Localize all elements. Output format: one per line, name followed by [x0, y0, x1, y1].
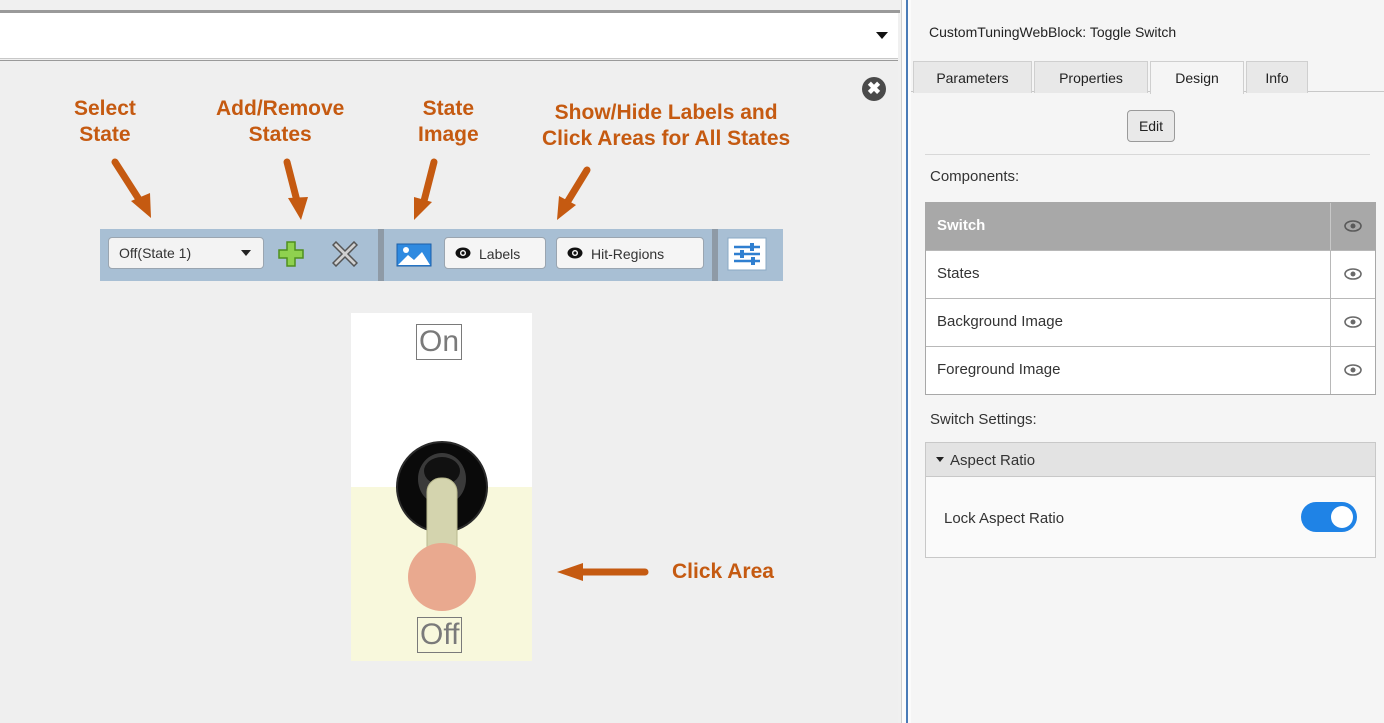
arrowhead-click-area: [557, 563, 583, 581]
remove-state-icon[interactable]: [332, 241, 358, 267]
arrow-add-remove: [283, 158, 301, 205]
state-select-value: Off(State 1): [119, 245, 192, 261]
click-area-region[interactable]: [408, 543, 476, 611]
toolbar-separator: [712, 229, 718, 281]
eye-icon: [567, 247, 583, 259]
show-hit-regions-button[interactable]: Hit-Regions: [556, 237, 704, 269]
arrowhead-state-image: [414, 197, 432, 220]
toggle-switch-preview: [351, 313, 532, 661]
settings-sliders-icon[interactable]: [727, 237, 767, 271]
component-row-switch[interactable]: Switch: [926, 203, 1375, 251]
state-toolbar: Off(State 1) Labels Hit-Regions: [100, 229, 783, 281]
components-label: Components:: [930, 168, 1020, 185]
image-icon[interactable]: [396, 243, 432, 267]
triangle-down-icon: [936, 457, 944, 462]
aspect-ratio-section: Aspect Ratio Lock Aspect Ratio: [925, 442, 1376, 558]
show-labels-button[interactable]: Labels: [444, 237, 546, 269]
lock-aspect-ratio-toggle[interactable]: [1301, 502, 1357, 532]
components-list: Switch States Background Image Foregroun…: [925, 202, 1376, 395]
annotation-click-area: Click Area: [672, 560, 774, 583]
tab-info[interactable]: Info: [1246, 61, 1308, 93]
edit-button[interactable]: Edit: [1127, 110, 1175, 142]
property-inspector: CustomTuningWebBlock: Toggle Switch Para…: [911, 0, 1384, 723]
tab-properties[interactable]: Properties: [1034, 61, 1148, 93]
eye-icon: [1344, 316, 1362, 328]
tab-parameters[interactable]: Parameters: [913, 61, 1032, 93]
off-state-label: Off: [417, 617, 463, 653]
add-state-icon[interactable]: [278, 241, 304, 267]
lock-aspect-ratio-label: Lock Aspect Ratio: [944, 510, 1065, 527]
visibility-toggle[interactable]: [1330, 299, 1375, 346]
toggle-knob: [1331, 506, 1353, 528]
visibility-toggle[interactable]: [1330, 251, 1375, 298]
component-row-states[interactable]: States: [926, 251, 1375, 299]
eye-icon: [1344, 220, 1362, 232]
divider: [925, 154, 1370, 155]
switch-settings-label: Switch Settings:: [930, 411, 1037, 428]
tab-design[interactable]: Design: [1150, 61, 1244, 94]
labels-button-label: Labels: [479, 246, 521, 262]
on-state-label: On: [416, 324, 463, 360]
panel-title: CustomTuningWebBlock: Toggle Switch: [929, 24, 1177, 40]
dropdown-arrow-icon: [241, 250, 251, 256]
component-row-background-image[interactable]: Background Image: [926, 299, 1375, 347]
app-root: ✖ Select State Add/Remove States State I…: [0, 0, 1384, 723]
arrow-select-state: [111, 158, 144, 205]
visibility-toggle[interactable]: [1330, 203, 1375, 250]
hit-regions-button-label: Hit-Regions: [591, 246, 665, 262]
design-canvas-area: ✖ Select State Add/Remove States State I…: [0, 0, 900, 723]
eye-icon: [1344, 268, 1362, 280]
arrow-state-image: [420, 158, 438, 205]
tab-bar: Parameters Properties Design Info: [911, 60, 1384, 94]
state-select-dropdown[interactable]: Off(State 1): [108, 237, 264, 269]
eye-icon: [455, 247, 471, 259]
panel-splitter[interactable]: [901, 0, 911, 723]
visibility-toggle[interactable]: [1330, 347, 1375, 394]
toolbar-separator: [378, 229, 384, 281]
eye-icon: [1344, 364, 1362, 376]
arrowhead-add-remove: [288, 197, 308, 220]
component-row-foreground-image[interactable]: Foreground Image: [926, 347, 1375, 395]
aspect-ratio-header[interactable]: Aspect Ratio: [926, 443, 1375, 477]
arrow-show-hide: [564, 166, 591, 205]
